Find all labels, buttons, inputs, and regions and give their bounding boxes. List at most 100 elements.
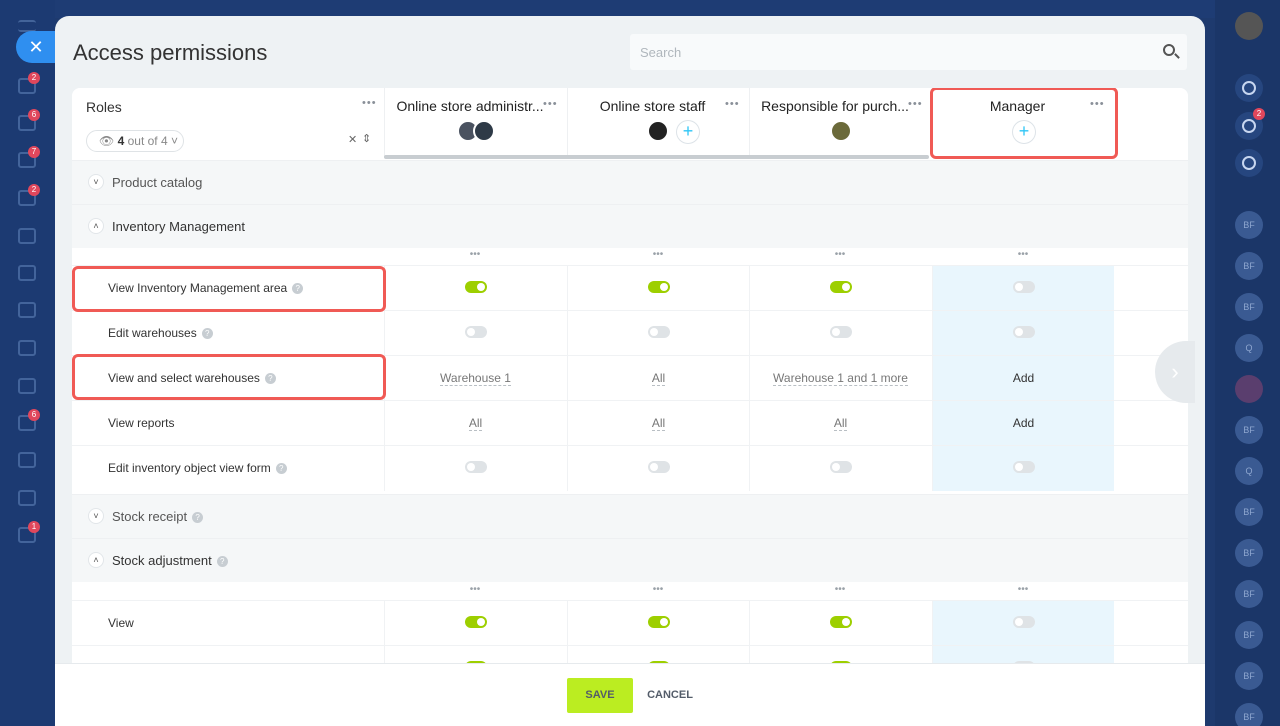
permission-toggle[interactable] xyxy=(648,281,670,293)
roles-more-icon[interactable]: ••• xyxy=(362,97,377,109)
contact-avatar[interactable]: BF xyxy=(1235,416,1263,444)
calendar-icon[interactable] xyxy=(18,228,36,244)
save-button[interactable]: SAVE xyxy=(567,678,633,713)
chevron-up-icon[interactable]: ˄ xyxy=(88,552,104,568)
cart-icon[interactable] xyxy=(18,340,36,356)
help-icon[interactable]: ? xyxy=(216,556,228,568)
bell-icon[interactable] xyxy=(1235,74,1263,102)
collapse-all-icon[interactable]: ✕ xyxy=(348,133,357,146)
member-avatar[interactable] xyxy=(473,120,495,142)
column-more-icon[interactable]: ••• xyxy=(543,98,558,110)
column-more-icon[interactable]: ••• xyxy=(932,584,1114,595)
chat-icon[interactable] xyxy=(1235,149,1263,177)
visible-roles-filter[interactable]: 👁 4 out of 4 ˅ xyxy=(86,130,184,152)
permission-cell xyxy=(749,266,931,311)
help-icon[interactable]: ? xyxy=(192,512,204,524)
nav-badge: 2 xyxy=(28,72,40,84)
pen-icon[interactable] xyxy=(18,452,36,468)
permission-toggle[interactable] xyxy=(465,281,487,293)
permission-value-link[interactable]: Warehouse 1 xyxy=(385,371,566,386)
permission-toggle[interactable] xyxy=(830,461,852,473)
chevron-down-icon[interactable]: ˅ xyxy=(88,174,104,190)
permission-toggle[interactable] xyxy=(648,461,670,473)
column-more-icon[interactable]: ••• xyxy=(384,584,566,595)
permission-cell xyxy=(567,266,749,311)
permission-toggle[interactable] xyxy=(465,616,487,628)
permissions-table: Roles ••• 👁 4 out of 4 ˅ ✕ ⇕ Online stor… xyxy=(72,88,1188,665)
search-icon[interactable] xyxy=(1163,44,1175,56)
contact-avatar[interactable]: Q xyxy=(1235,457,1263,485)
column-more-icon[interactable]: ••• xyxy=(567,584,749,595)
member-avatar[interactable] xyxy=(830,120,852,142)
chevron-down-icon[interactable]: ˅ xyxy=(88,508,104,524)
user-avatar[interactable] xyxy=(1235,12,1263,40)
permission-value-link[interactable]: All xyxy=(750,416,931,431)
target-icon[interactable] xyxy=(18,302,36,318)
permission-label: View reports xyxy=(108,416,175,430)
help-icon[interactable]: ? xyxy=(275,463,287,475)
permission-toggle[interactable] xyxy=(465,461,487,473)
contact-avatar[interactable]: Q xyxy=(1235,334,1263,362)
permission-toggle[interactable] xyxy=(830,326,852,338)
permission-toggle[interactable] xyxy=(1013,461,1035,473)
cancel-button[interactable]: CANCEL xyxy=(647,678,693,713)
permission-toggle[interactable] xyxy=(1013,281,1035,293)
contact-avatar[interactable]: BF xyxy=(1235,293,1263,321)
permission-label: Edit inventory object view form? xyxy=(108,461,287,475)
section-inventory-management[interactable]: ˄ Inventory Management xyxy=(72,204,1188,248)
close-button[interactable]: ✕ xyxy=(16,31,56,63)
column-more-icon[interactable]: ••• xyxy=(725,98,740,110)
column-more-icon[interactable]: ••• xyxy=(908,98,923,110)
permission-value-link[interactable]: All xyxy=(568,416,749,431)
permission-cell xyxy=(384,601,566,646)
column-more-icon[interactable]: ••• xyxy=(749,249,931,260)
permission-toggle[interactable] xyxy=(830,281,852,293)
section-stock-adjustment[interactable]: ˄ Stock adjustment? xyxy=(72,538,1188,582)
column-online-store-staff[interactable]: Online store staff ••• + xyxy=(567,88,749,158)
contact-avatar[interactable]: BF xyxy=(1235,539,1263,567)
horizontal-scrollbar[interactable] xyxy=(384,155,929,159)
column-more-icon[interactable]: ••• xyxy=(384,249,566,260)
annotation-highlight xyxy=(72,266,386,312)
contact-avatar[interactable]: BF xyxy=(1235,252,1263,280)
contact-avatar[interactable]: BF xyxy=(1235,621,1263,649)
section-product-catalog[interactable]: ˅ Product catalog xyxy=(72,160,1188,204)
permission-cell xyxy=(567,446,749,491)
permission-toggle[interactable] xyxy=(648,326,670,338)
permission-toggle[interactable] xyxy=(830,616,852,628)
column-more-icon[interactable]: ••• xyxy=(567,249,749,260)
column-more-icon[interactable]: ••• xyxy=(749,584,931,595)
member-avatar[interactable] xyxy=(647,120,669,142)
store-icon[interactable] xyxy=(18,265,36,281)
help-icon[interactable]: ? xyxy=(201,328,213,340)
permission-cell xyxy=(384,446,566,491)
permission-cell: Warehouse 1 and 1 more xyxy=(749,356,931,401)
contact-avatar[interactable] xyxy=(1235,375,1263,403)
permission-row xyxy=(72,645,1188,665)
contact-avatar[interactable]: BF xyxy=(1235,580,1263,608)
section-stock-receipt[interactable]: ˅ Stock receipt? xyxy=(72,494,1188,538)
permission-value-link[interactable]: Warehouse 1 and 1 more xyxy=(750,371,931,386)
analytics-icon[interactable] xyxy=(18,490,36,506)
column-online-store-admin[interactable]: Online store administr... ••• xyxy=(384,88,567,158)
expand-all-icon[interactable]: ⇕ xyxy=(362,132,371,145)
column-responsible-for-purchasing[interactable]: Responsible for purch... ••• xyxy=(749,88,932,158)
chevron-up-icon[interactable]: ˄ xyxy=(88,218,104,234)
permission-toggle[interactable] xyxy=(465,326,487,338)
contact-avatar[interactable]: BF xyxy=(1235,703,1263,726)
permission-value-link[interactable]: All xyxy=(568,371,749,386)
permission-toggle[interactable] xyxy=(1013,616,1035,628)
permission-cell xyxy=(932,266,1114,311)
permission-toggle[interactable] xyxy=(648,616,670,628)
add-value-link[interactable]: Add xyxy=(933,371,1114,385)
column-more-icon[interactable]: ••• xyxy=(932,249,1114,260)
add-member-button[interactable]: + xyxy=(677,121,699,143)
contact-avatar[interactable]: BF xyxy=(1235,662,1263,690)
permission-value-link[interactable]: All xyxy=(385,416,566,431)
search-input[interactable]: Search xyxy=(630,34,1187,70)
contact-avatar[interactable]: BF xyxy=(1235,211,1263,239)
add-value-link[interactable]: Add xyxy=(933,416,1114,430)
permission-toggle[interactable] xyxy=(1013,326,1035,338)
contact-avatar[interactable]: BF xyxy=(1235,498,1263,526)
inventory-icon[interactable] xyxy=(18,378,36,394)
